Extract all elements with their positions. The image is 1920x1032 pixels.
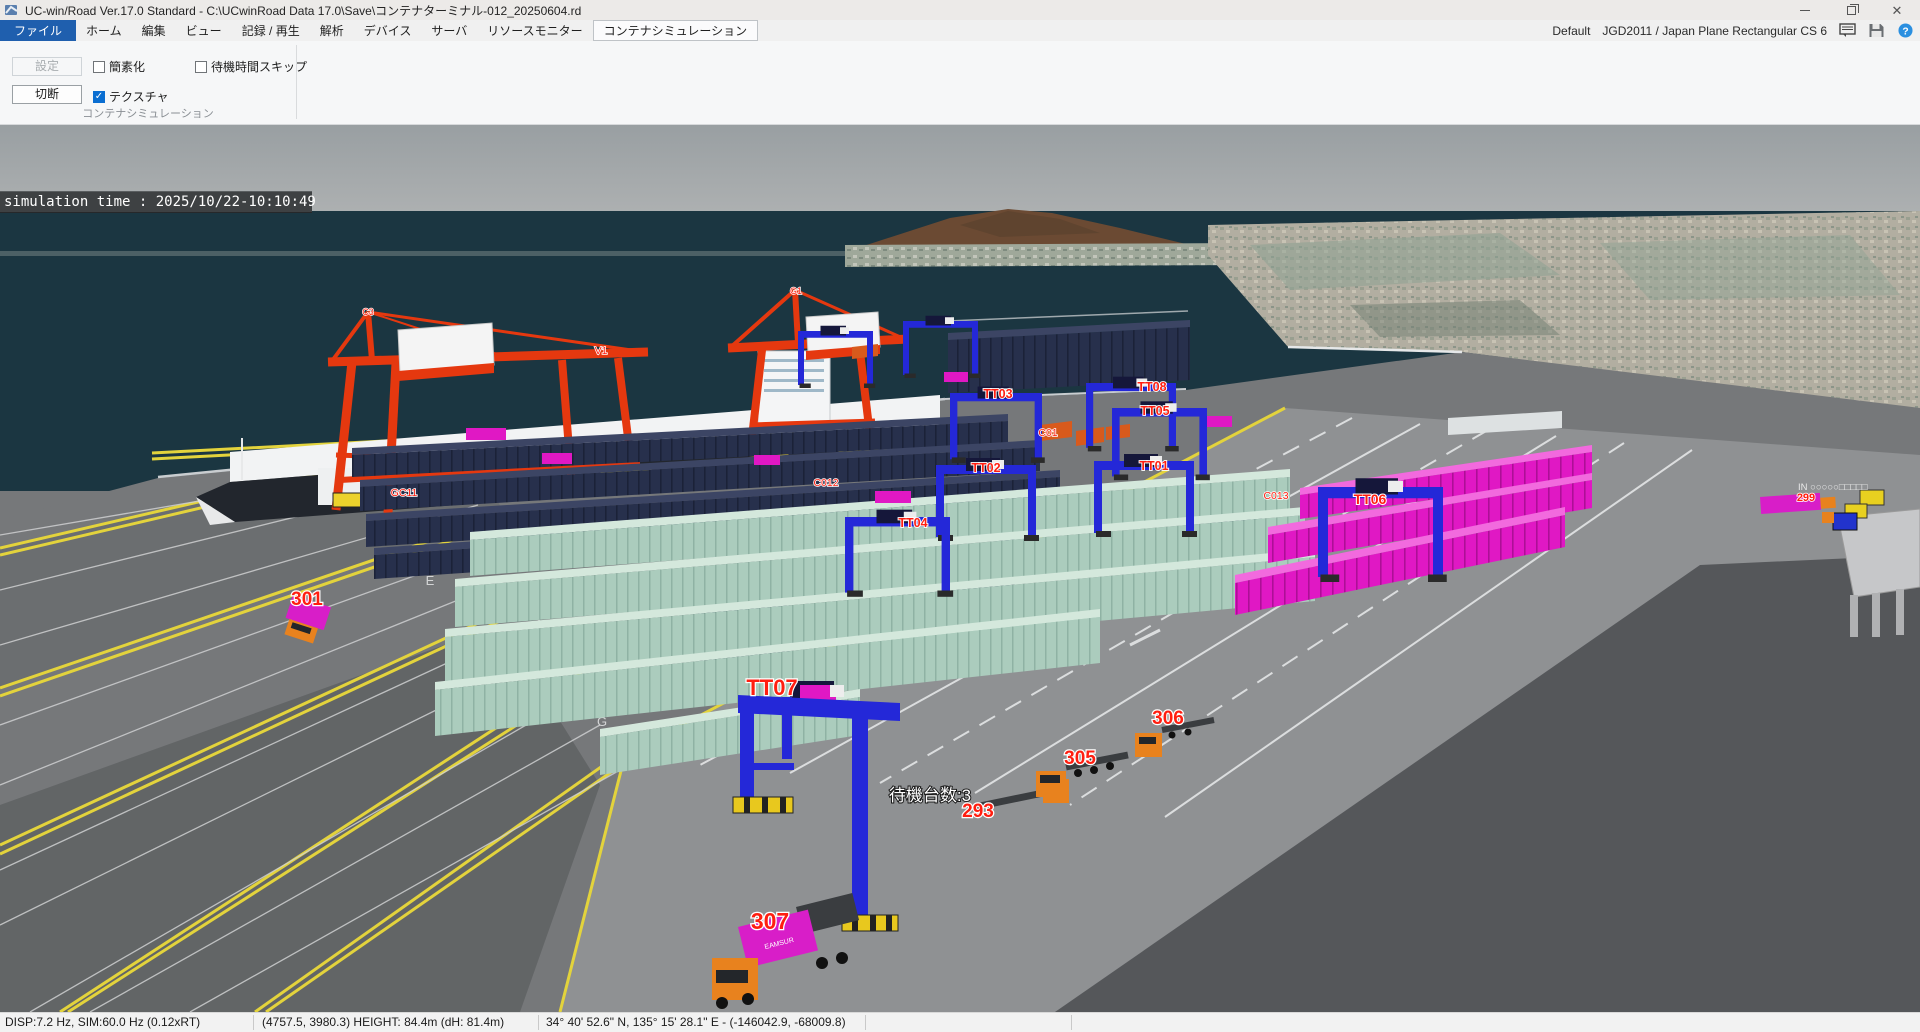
svg-text:TT04: TT04 <box>898 516 927 530</box>
svg-text:301: 301 <box>291 589 323 610</box>
tabbar-right-cluster: Default JGD2011 / Japan Plane Rectangula… <box>1552 20 1914 41</box>
checkbox-unchecked-icon <box>195 61 207 73</box>
status-bar: DISP:7.2 Hz, SIM:60.0 Hz (0.12xRT) (4757… <box>0 1012 1920 1032</box>
svg-text:306: 306 <box>1152 708 1184 729</box>
texture-checkbox-label: テクスチャ <box>109 88 169 105</box>
tab-home[interactable]: ホーム <box>76 20 132 41</box>
tab-resource-monitor[interactable]: リソースモニター <box>477 20 592 41</box>
title-bar: UC-win/Road Ver.17.0 Standard - C:\UCwin… <box>0 0 1920 20</box>
svg-text:G1: G1 <box>790 286 802 296</box>
simplify-checkbox-label: 簡素化 <box>109 58 145 75</box>
status-separator <box>253 1015 254 1030</box>
svg-text:GC11: GC11 <box>391 487 418 499</box>
svg-text:TT03: TT03 <box>983 387 1012 401</box>
ribbon-group-separator <box>296 45 297 119</box>
restore-button[interactable] <box>1828 0 1874 20</box>
save-icon[interactable] <box>1868 23 1885 38</box>
svg-text:TT08: TT08 <box>1137 380 1166 394</box>
tab-analysis[interactable]: 解析 <box>310 20 354 41</box>
tab-container-simulation[interactable]: コンテナシミュレーション <box>593 20 759 41</box>
tab-file[interactable]: ファイル <box>0 20 76 41</box>
svg-text:TT06: TT06 <box>1354 491 1387 507</box>
svg-text:307: 307 <box>751 908 789 934</box>
window-controls: ✕ <box>1782 0 1920 20</box>
svg-text:C012: C012 <box>813 477 838 489</box>
svg-text:?: ? <box>1902 26 1908 37</box>
svg-text:C013: C013 <box>1263 490 1288 502</box>
checkbox-unchecked-icon <box>93 61 105 73</box>
status-separator <box>1071 1015 1072 1030</box>
tab-server[interactable]: サーバ <box>421 20 477 41</box>
skip-wait-time-checkbox[interactable]: 待機時間スキップ <box>195 58 307 75</box>
svg-text:IN ○○○○○□□□□□: IN ○○○○○□□□□□ <box>1798 482 1868 493</box>
status-separator <box>865 1015 866 1030</box>
minimize-icon <box>1800 10 1810 11</box>
svg-text:C01: C01 <box>1038 427 1057 439</box>
help-icon[interactable]: ? <box>1897 23 1914 38</box>
svg-text:TT05: TT05 <box>1140 404 1169 418</box>
svg-text:V1: V1 <box>595 345 608 357</box>
simplify-checkbox[interactable]: 簡素化 <box>93 58 145 75</box>
window-title: UC-win/Road Ver.17.0 Standard - C:\UCwin… <box>25 2 581 19</box>
settings-button[interactable]: 設定 <box>12 57 82 76</box>
terminal-scene: E F G G <box>0 125 1920 1012</box>
svg-text:TT07: TT07 <box>746 675 797 700</box>
simulation-time-overlay: simulation time : 2025/10/22-10:10:49 <box>0 191 312 213</box>
checkbox-checked-icon: ✓ <box>93 91 105 103</box>
texture-checkbox[interactable]: ✓ テクスチャ <box>93 88 169 105</box>
ribbon-group-label: コンテナシミュレーション <box>0 105 296 121</box>
ribbon-tab-bar: ファイル ホーム 編集 ビュー 記録 / 再生 解析 デバイス サーバ リソース… <box>0 20 1920 41</box>
svg-text:305: 305 <box>1064 748 1096 769</box>
close-icon: ✕ <box>1892 4 1903 17</box>
tab-device[interactable]: デバイス <box>354 20 422 41</box>
svg-text:C3: C3 <box>362 307 374 317</box>
svg-text:299: 299 <box>1797 492 1815 504</box>
status-performance: DISP:7.2 Hz, SIM:60.0 Hz (0.12xRT) <box>5 1015 200 1029</box>
disconnect-button[interactable]: 切断 <box>12 85 82 104</box>
app-icon <box>5 3 19 17</box>
status-geo-coordinates: 34° 40' 52.6" N, 135° 15' 28.1" E - (-14… <box>546 1015 846 1029</box>
tab-record-play[interactable]: 記録 / 再生 <box>232 20 310 41</box>
svg-text:待機台数:3: 待機台数:3 <box>889 786 971 805</box>
svg-text:TT01: TT01 <box>1139 459 1168 473</box>
3d-viewport[interactable]: E F G G <box>0 125 1920 1012</box>
status-separator <box>538 1015 539 1030</box>
restore-icon <box>1847 6 1856 15</box>
message-log-icon[interactable] <box>1839 23 1856 38</box>
minimize-button[interactable] <box>1782 0 1828 20</box>
skip-wait-time-checkbox-label: 待機時間スキップ <box>211 58 307 75</box>
tab-view[interactable]: ビュー <box>176 20 232 41</box>
status-position: (4757.5, 3980.3) HEIGHT: 84.4m (dH: 81.4… <box>262 1015 504 1029</box>
profile-selector[interactable]: Default <box>1552 24 1590 38</box>
ribbon-container-simulation: 設定 切断 簡素化 待機時間スキップ ✓ テクスチャ コンテナシミュレーション <box>0 41 1920 125</box>
close-button[interactable]: ✕ <box>1874 0 1920 20</box>
coordinate-system-label[interactable]: JGD2011 / Japan Plane Rectangular CS 6 <box>1602 24 1827 38</box>
tab-edit[interactable]: 編集 <box>132 20 176 41</box>
svg-text:TT02: TT02 <box>971 461 1000 475</box>
